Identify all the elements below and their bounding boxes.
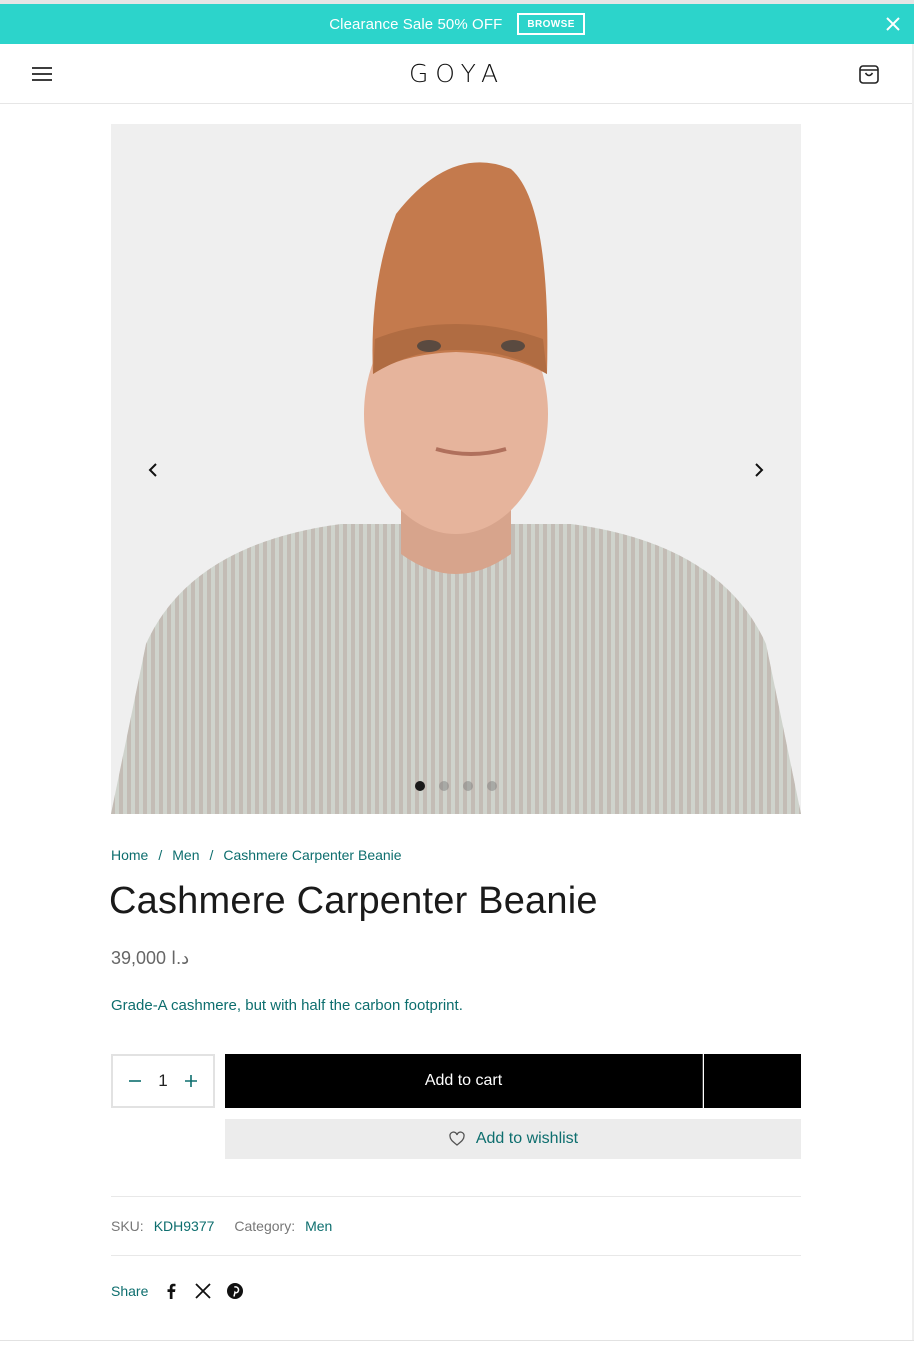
quantity-stepper: 1: [111, 1054, 215, 1108]
facebook-icon[interactable]: [162, 1282, 180, 1300]
product-image: [111, 124, 801, 814]
pinterest-icon[interactable]: [226, 1282, 244, 1300]
breadcrumb-separator: /: [209, 847, 214, 863]
logo[interactable]: GOYA: [0, 59, 914, 88]
category-label: Category:: [234, 1218, 296, 1234]
quantity-input[interactable]: 1: [158, 1071, 167, 1091]
minus-icon[interactable]: [127, 1073, 143, 1089]
heart-icon: [449, 1131, 465, 1146]
breadcrumb: Home / Men / Cashmere Carpenter Beanie: [111, 847, 402, 863]
breadcrumb-current: Cashmere Carpenter Beanie: [223, 847, 402, 863]
promo-text: Clearance Sale 50% OFF: [329, 15, 503, 33]
gallery-dot[interactable]: [415, 781, 425, 791]
sku-value: KDH9377: [153, 1218, 215, 1234]
gallery-dot[interactable]: [463, 781, 473, 791]
share-label: Share: [111, 1283, 149, 1299]
sku-label: SKU:: [111, 1218, 144, 1234]
chevron-left-icon[interactable]: [143, 460, 163, 480]
plus-icon[interactable]: [183, 1073, 199, 1089]
breadcrumb-home[interactable]: Home: [111, 847, 148, 863]
gallery-dots: [111, 781, 801, 791]
footer-divider: [0, 1340, 914, 1341]
chevron-right-icon[interactable]: [749, 460, 769, 480]
product-gallery: [111, 124, 801, 814]
category-link[interactable]: Men: [305, 1218, 332, 1234]
gallery-dot[interactable]: [439, 781, 449, 791]
product-meta: SKU: KDH9377 Category: Men: [111, 1196, 801, 1256]
gallery-dot[interactable]: [487, 781, 497, 791]
x-icon[interactable]: [194, 1282, 212, 1300]
product-price: د.ا 39,000: [111, 948, 190, 968]
product-title: Cashmere Carpenter Beanie: [109, 880, 598, 922]
product-description: Grade-A cashmere, but with half the carb…: [111, 997, 463, 1014]
promo-bar: Clearance Sale 50% OFF BROWSE: [0, 4, 914, 44]
close-icon[interactable]: [882, 13, 904, 35]
breadcrumb-category[interactable]: Men: [172, 847, 199, 863]
add-to-wishlist-button[interactable]: Add to wishlist: [225, 1119, 801, 1159]
buy-now-button[interactable]: [704, 1054, 801, 1108]
wishlist-label: Add to wishlist: [475, 1130, 579, 1147]
add-to-cart-button[interactable]: Add to cart: [225, 1054, 703, 1108]
breadcrumb-separator: /: [158, 847, 163, 863]
shopping-bag-icon[interactable]: [857, 62, 881, 86]
browse-button[interactable]: BROWSE: [517, 13, 585, 35]
site-header: GOYA: [0, 44, 914, 104]
share-row: Share: [111, 1282, 244, 1300]
